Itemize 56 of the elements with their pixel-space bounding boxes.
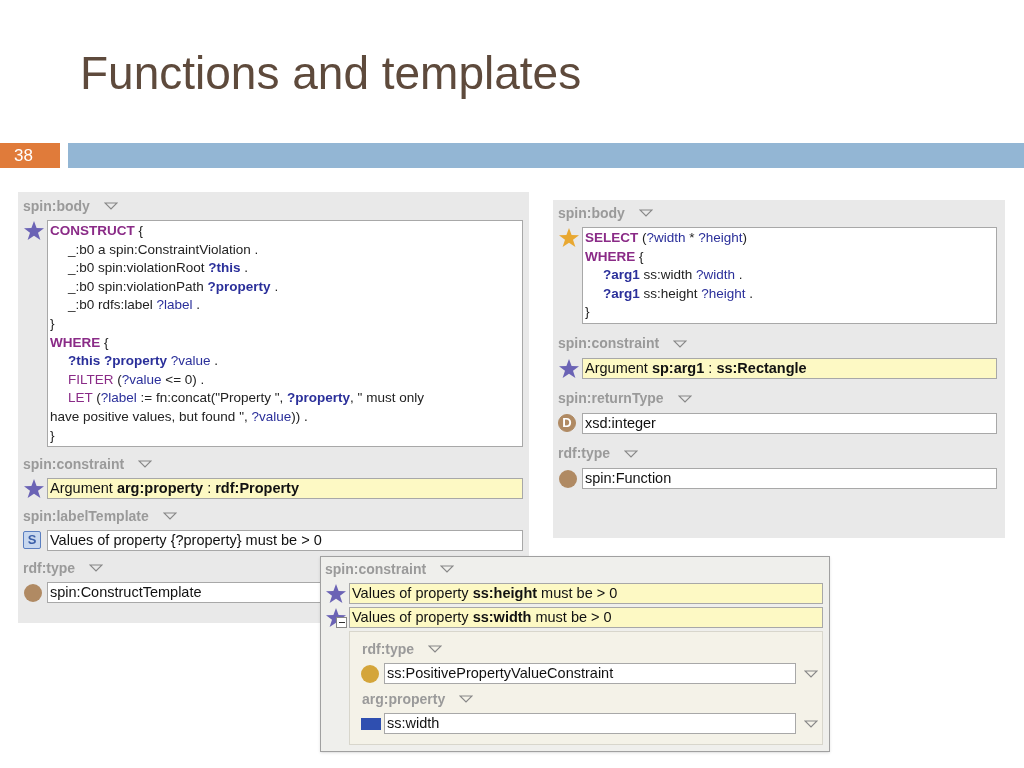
collapse-toggle[interactable] — [336, 617, 347, 628]
property-label: spin:constraint — [558, 334, 660, 354]
property-label: rdf:type — [23, 558, 76, 578]
property-label: rdf:type — [362, 639, 415, 659]
code-line: WHERE { — [50, 333, 110, 352]
code-line: SELECT (?width * ?height) — [585, 229, 749, 247]
dropdown-caret-icon[interactable] — [638, 208, 653, 218]
value-field[interactable]: Argument sp:arg1 : ss:Rectangle — [582, 357, 997, 379]
type-badge: D — [558, 413, 576, 432]
code-line: WHERE { — [585, 247, 645, 266]
dropdown-caret-icon[interactable] — [804, 718, 818, 729]
code-line: FILTER (?value <= 0) . — [67, 370, 206, 389]
dropdown-caret-icon[interactable] — [162, 511, 177, 522]
code-line: _:b0 spin:violationPath ?property . — [66, 277, 280, 296]
dropdown-caret-icon[interactable] — [440, 564, 455, 574]
code-editor[interactable] — [47, 220, 523, 448]
type-badge: S — [23, 531, 41, 550]
value-field[interactable]: Values of property ss:width must be > 0 — [349, 607, 823, 628]
property-label: spin:returnType — [558, 389, 664, 409]
slide-number: 38 — [0, 143, 60, 168]
dropdown-caret-icon[interactable] — [677, 393, 692, 404]
property-label: arg:property — [362, 689, 446, 709]
code-line: } — [50, 314, 56, 333]
dropdown-caret-icon[interactable] — [624, 448, 639, 459]
code-line: _:b0 a spin:ConstraintViolation . — [66, 240, 260, 259]
value-field[interactable]: Values of property ss:height must be > 0 — [349, 583, 823, 604]
dropdown-caret-icon[interactable] — [103, 201, 118, 211]
code-line: CONSTRUCT { — [50, 222, 144, 240]
code-line: _:b0 rdfs:label ?label . — [66, 296, 202, 315]
property-label: spin:constraint — [23, 454, 125, 474]
value-field[interactable]: Argument arg:property : rdf:Property — [47, 478, 523, 500]
dropdown-caret-icon[interactable] — [459, 694, 474, 704]
value-field[interactable]: ss:width — [384, 713, 796, 734]
property-label: spin:constraint — [325, 559, 427, 579]
code-line: ?this ?property ?value . — [67, 352, 220, 371]
code-line: have positive values, but found ", ?value)) . — [50, 407, 309, 426]
code-line: } — [585, 303, 591, 322]
value-field[interactable]: spin:Function — [582, 467, 997, 489]
code-line: ?arg1 ss:height ?height . — [602, 284, 755, 303]
dropdown-caret-icon[interactable] — [673, 338, 688, 349]
value-field[interactable]: xsd:integer — [582, 412, 997, 434]
dropdown-caret-icon[interactable] — [804, 668, 818, 679]
dropdown-caret-icon[interactable] — [428, 644, 443, 654]
code-line: ?arg1 ss:width ?width . — [602, 266, 744, 285]
property-label: rdf:type — [558, 444, 611, 464]
code-line: _:b0 spin:violationRoot ?this . — [66, 259, 250, 278]
code-editor[interactable]: SELECT (?width * ?height) WHERE { ?arg1 ss:width ?width . ?arg1 ss:height ?height . } — [582, 227, 997, 324]
property-label: spin:labelTemplate — [23, 506, 149, 526]
code-line: } — [50, 426, 56, 445]
dropdown-caret-icon[interactable] — [138, 459, 153, 470]
code-line: LET (?label := fn:concat("Property ", ?property, " must only — [67, 389, 425, 408]
dropdown-caret-icon[interactable] — [89, 563, 104, 574]
value-field[interactable]: ss:PositivePropertyValueConstraint — [384, 663, 796, 684]
property-label: spin:body — [558, 203, 625, 223]
property-label: spin:body — [23, 196, 90, 216]
value-field[interactable]: Values of property {?property} must be > 0 — [47, 530, 523, 552]
